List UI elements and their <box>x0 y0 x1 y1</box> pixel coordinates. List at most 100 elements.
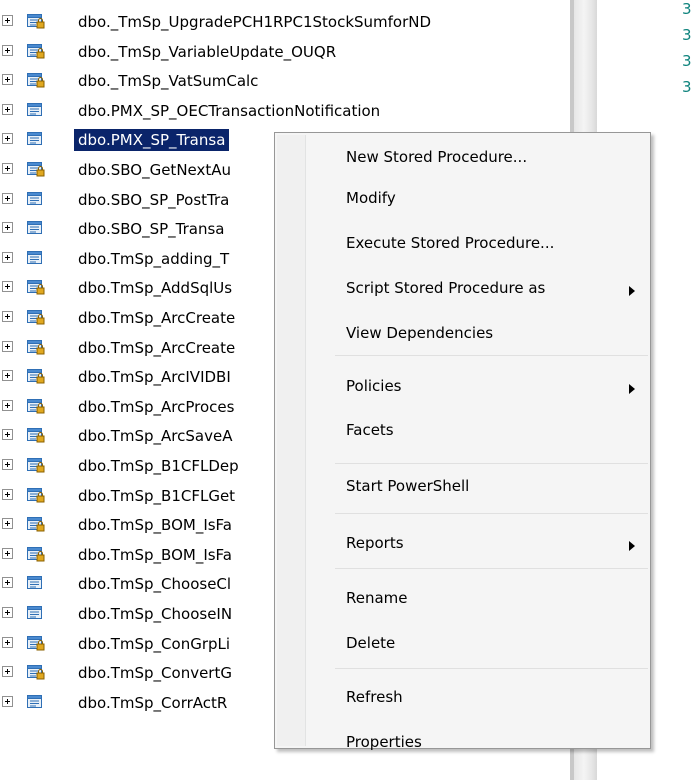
stored-procedure-icon <box>27 131 45 147</box>
submenu-arrow-icon <box>629 286 635 296</box>
tree-item-label[interactable]: dbo.TmSp_BOM_IsFa <box>74 544 236 566</box>
tree-item-label[interactable]: dbo.TmSp_ConvertG <box>74 662 236 684</box>
tree-item-label[interactable]: dbo.TmSp_ChooseIN <box>74 603 236 625</box>
menu-item-view-dependencies[interactable]: View Dependencies <box>275 320 650 350</box>
stored-procedure-locked-icon <box>27 72 45 88</box>
menu-separator <box>335 513 648 514</box>
menu-separator <box>335 668 648 669</box>
menu-item-execute[interactable]: Execute Stored Procedure... <box>275 230 650 260</box>
expand-plus-icon[interactable] <box>2 133 13 145</box>
tree-item[interactable]: dbo._TmSp_VatSumCalc <box>0 66 600 96</box>
stored-procedure-locked-icon <box>27 368 45 384</box>
tree-item-label[interactable]: dbo.TmSp_B1CFLDep <box>74 455 243 477</box>
expand-plus-icon[interactable] <box>2 399 13 411</box>
expand-plus-icon[interactable] <box>2 163 13 174</box>
stored-procedure-icon <box>27 220 45 236</box>
stored-procedure-icon <box>27 575 45 591</box>
expand-plus-icon[interactable] <box>2 607 13 618</box>
expand-plus-icon[interactable] <box>2 459 13 470</box>
side-value: 3 <box>682 78 692 96</box>
menu-item-policies[interactable]: Policies <box>275 373 650 403</box>
expand-plus-icon[interactable] <box>2 103 13 115</box>
expand-plus-icon[interactable] <box>2 44 13 56</box>
tree-item-label[interactable]: dbo.SBO_SP_Transa <box>74 218 228 240</box>
menu-item-label: Properties <box>346 733 422 751</box>
menu-item-delete[interactable]: Delete <box>275 630 650 660</box>
expand-plus-icon[interactable] <box>2 251 13 263</box>
menu-separator <box>335 355 648 356</box>
tree-item-label[interactable]: dbo._TmSp_UpgradePCH1RPC1StockSumforND <box>74 11 435 33</box>
menu-item-new-stored-procedure[interactable]: New Stored Procedure... <box>275 144 650 174</box>
tree-item-label[interactable]: dbo._TmSp_VatSumCalc <box>74 70 262 92</box>
menu-item-facets[interactable]: Facets <box>275 417 650 447</box>
menu-item-label: Facets <box>346 421 394 439</box>
stored-procedure-locked-icon <box>27 13 45 29</box>
menu-item-reports[interactable]: Reports <box>275 530 650 560</box>
tree-item-label[interactable]: dbo.TmSp_ArcProces <box>74 396 238 418</box>
menu-item-label: Refresh <box>346 688 403 706</box>
tree-item[interactable]: dbo.PMX_SP_OECTransactionNotification <box>0 96 600 126</box>
tree-item-label[interactable]: dbo.TmSp_adding_T <box>74 248 233 270</box>
expand-plus-icon[interactable] <box>2 311 13 322</box>
stored-procedure-locked-icon <box>27 398 45 414</box>
expand-plus-icon[interactable] <box>2 281 13 293</box>
stored-procedure-icon <box>27 250 45 266</box>
tree-item-label[interactable]: dbo.TmSp_ChooseCl <box>74 573 235 595</box>
tree-item-label[interactable]: dbo.SBO_GetNextAu <box>74 159 235 181</box>
tree-item-label[interactable]: dbo._TmSp_VariableUpdate_OUQR <box>74 41 340 63</box>
stored-procedure-icon <box>27 102 45 118</box>
stored-procedure-locked-icon <box>27 279 45 295</box>
tree-item-label[interactable]: dbo.TmSp_ConGrpLi <box>74 633 234 655</box>
menu-item-properties[interactable]: Properties <box>275 729 650 759</box>
menu-item-modify[interactable]: Modify <box>275 185 650 215</box>
stored-procedure-icon <box>27 605 45 621</box>
expand-plus-icon[interactable] <box>2 695 13 707</box>
stored-procedure-locked-icon <box>27 309 45 325</box>
menu-item-label: Script Stored Procedure as <box>346 279 546 297</box>
expand-plus-icon[interactable] <box>2 370 13 382</box>
expand-plus-icon[interactable] <box>2 15 13 26</box>
menu-item-refresh[interactable]: Refresh <box>275 684 650 714</box>
expand-plus-icon[interactable] <box>2 577 13 589</box>
expand-plus-icon[interactable] <box>2 192 13 204</box>
menu-item-start-powershell[interactable]: Start PowerShell <box>275 473 650 503</box>
tree-item[interactable]: dbo._TmSp_VariableUpdate_OUQR <box>0 37 600 67</box>
tree-item-label[interactable]: dbo.TmSp_AddSqlUs <box>74 277 236 299</box>
expand-plus-icon[interactable] <box>2 636 13 648</box>
menu-item-label: Execute Stored Procedure... <box>346 234 555 252</box>
tree-item-label[interactable]: dbo.TmSp_ArcCreate <box>74 337 239 359</box>
stored-procedure-locked-icon <box>27 664 45 680</box>
side-value: 3 <box>682 52 692 70</box>
stored-procedure-locked-icon <box>27 635 45 651</box>
expand-plus-icon[interactable] <box>2 340 13 352</box>
tree-item-label[interactable]: dbo.TmSp_ArcIVIDBI <box>74 366 235 388</box>
tree-item-label[interactable]: dbo.PMX_SP_Transa <box>74 129 230 152</box>
expand-plus-icon[interactable] <box>2 547 13 559</box>
menu-item-rename[interactable]: Rename <box>275 585 650 615</box>
menu-item-label: View Dependencies <box>346 324 494 342</box>
menu-item-label: Delete <box>346 634 396 652</box>
tree-item-label[interactable]: dbo.PMX_SP_OECTransactionNotification <box>74 100 384 122</box>
expand-plus-icon[interactable] <box>2 222 13 234</box>
expand-plus-icon[interactable] <box>2 488 13 500</box>
tree-item-label[interactable]: dbo.TmSp_ArcSaveA <box>74 425 236 447</box>
tree-item-label[interactable]: dbo.TmSp_BOM_IsFa <box>74 514 236 536</box>
expand-plus-icon[interactable] <box>2 429 13 441</box>
stored-procedure-locked-icon <box>27 457 45 473</box>
tree-item-label[interactable]: dbo.SBO_SP_PostTra <box>74 189 233 211</box>
menu-item-script-as[interactable]: Script Stored Procedure as <box>275 275 650 305</box>
submenu-arrow-icon <box>629 541 635 551</box>
tree-item[interactable]: dbo._TmSp_UpgradePCH1RPC1StockSumforND <box>0 7 600 37</box>
tree-item-label[interactable]: dbo.TmSp_ArcCreate <box>74 307 239 329</box>
stored-procedure-locked-icon <box>27 546 45 562</box>
stored-procedure-locked-icon <box>27 487 45 503</box>
menu-item-label: Policies <box>346 377 402 395</box>
menu-separator <box>335 463 648 464</box>
tree-item-label[interactable]: dbo.TmSp_CorrActR <box>74 692 231 714</box>
expand-plus-icon[interactable] <box>2 518 13 530</box>
expand-plus-icon[interactable] <box>2 666 13 678</box>
side-value: 3 <box>682 26 692 44</box>
submenu-arrow-icon <box>629 384 635 394</box>
tree-item-label[interactable]: dbo.TmSp_B1CFLGet <box>74 485 239 507</box>
expand-plus-icon[interactable] <box>2 74 13 86</box>
